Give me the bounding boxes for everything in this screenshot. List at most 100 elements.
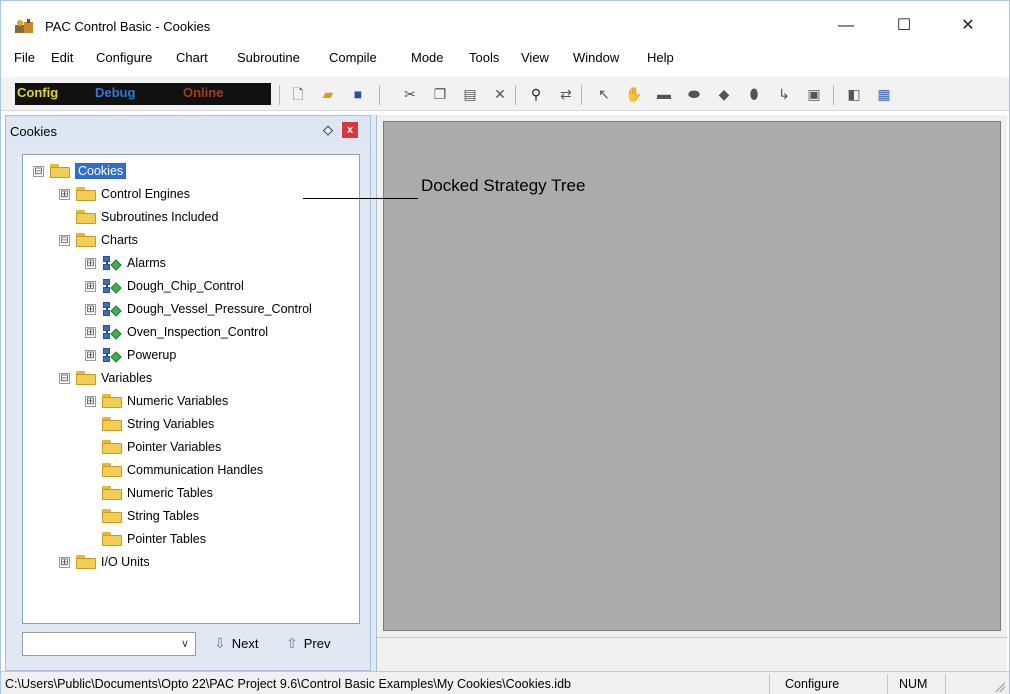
tree-item-label: String Variables: [127, 417, 215, 431]
menu-mode[interactable]: Mode: [411, 50, 444, 65]
search-dropdown[interactable]: ∨: [22, 632, 196, 656]
tree-item[interactable]: ⊟ Charts: [59, 230, 138, 250]
io-unit-icon[interactable]: ▦: [875, 85, 893, 103]
expand-icon[interactable]: ⊞: [85, 326, 96, 338]
find-icon[interactable]: ⚲: [527, 85, 545, 103]
script-block-icon[interactable]: ⬬: [685, 85, 703, 103]
folder-icon: [102, 463, 122, 477]
select-pointer-icon[interactable]: ↖: [595, 85, 613, 103]
folder-icon: [102, 394, 122, 408]
menu-view[interactable]: View: [521, 50, 549, 65]
status-num-lock: NUM: [899, 677, 928, 691]
delete-icon[interactable]: ✕: [491, 85, 509, 103]
collapse-icon[interactable]: ⊟: [59, 372, 70, 384]
expand-icon[interactable]: ⊞: [59, 556, 70, 568]
tree-item[interactable]: ⊟ Cookies: [33, 161, 127, 181]
menu-bar: File Edit Configure Chart Subroutine Com…: [1, 47, 1009, 71]
replace-icon[interactable]: ⇄: [557, 85, 575, 103]
window-title: PAC Control Basic - Cookies: [45, 19, 211, 34]
resize-grip[interactable]: [995, 682, 1005, 692]
menu-subroutine[interactable]: Subroutine: [237, 50, 300, 65]
tree-item[interactable]: ⊞ Oven_Inspection_Control: [85, 322, 268, 342]
tree-item[interactable]: String Tables: [85, 506, 199, 526]
status-mode: Configure: [785, 677, 840, 691]
connection-icon[interactable]: ↳: [775, 85, 793, 103]
status-bar: C:\Users\Public\Documents\Opto 22\PAC Pr…: [1, 671, 1009, 694]
expand-icon[interactable]: ⊞: [59, 188, 70, 200]
tree-item[interactable]: ⊞ I/O Units: [59, 552, 150, 572]
config-mode-button[interactable]: Config: [17, 85, 58, 100]
debug-mode-button[interactable]: Debug: [95, 85, 135, 100]
maximize-button[interactable]: ☐: [881, 11, 927, 41]
image-icon[interactable]: ▣: [805, 85, 823, 103]
tree-item[interactable]: Pointer Variables: [85, 437, 221, 457]
tree-item[interactable]: Communication Handles: [85, 460, 263, 480]
collapse-icon[interactable]: ⊟: [33, 165, 44, 177]
new-file-icon[interactable]: 🗋: [289, 85, 307, 103]
tree-item[interactable]: ⊞ Alarms: [85, 253, 166, 273]
folder-icon: [102, 417, 122, 431]
tree-item-label: String Tables: [127, 509, 200, 523]
chart-icon: [102, 255, 122, 271]
tree-item[interactable]: ⊞ Dough_Vessel_Pressure_Control: [85, 299, 312, 319]
tree-item-label: Pointer Tables: [127, 532, 206, 546]
tree-item[interactable]: ⊞ Dough_Chip_Control: [85, 276, 244, 296]
tree-item[interactable]: ⊞ Control Engines: [59, 184, 190, 204]
chevron-down-icon[interactable]: ∨: [181, 637, 189, 650]
minimize-button[interactable]: —: [823, 11, 869, 41]
menu-chart[interactable]: Chart: [176, 50, 208, 65]
hand-icon[interactable]: ✋: [625, 85, 643, 103]
expand-icon[interactable]: ⊞: [85, 280, 96, 292]
tree-item[interactable]: Pointer Tables: [85, 529, 206, 549]
next-button[interactable]: ⇩ Next: [214, 635, 258, 652]
prev-button[interactable]: ⇧ Prev: [286, 635, 330, 652]
status-divider: [945, 674, 946, 694]
tree-item[interactable]: Subroutines Included: [59, 207, 218, 227]
menu-window[interactable]: Window: [573, 50, 619, 65]
expand-icon[interactable]: ⊞: [85, 303, 96, 315]
action-block-icon[interactable]: ▬: [655, 85, 673, 103]
chart-icon: [102, 278, 122, 294]
expand-icon[interactable]: ⊞: [85, 395, 96, 407]
tree-item[interactable]: ⊟ Variables: [59, 368, 152, 388]
folder-icon: [76, 371, 96, 385]
tree-item[interactable]: Numeric Tables: [85, 483, 213, 503]
status-divider: [769, 674, 770, 694]
tree-item[interactable]: String Variables: [85, 414, 214, 434]
tree-item-label: Control Engines: [101, 187, 190, 201]
tree-item[interactable]: ⊞ Numeric Variables: [85, 391, 228, 411]
menu-tools[interactable]: Tools: [469, 50, 499, 65]
pin-icon[interactable]: ◇: [320, 122, 336, 138]
expand-icon[interactable]: ⊞: [85, 257, 96, 269]
menu-edit[interactable]: Edit: [51, 50, 73, 65]
tree-item-label: Numeric Tables: [127, 486, 213, 500]
menu-file[interactable]: File: [14, 50, 35, 65]
panel-close-button[interactable]: x: [342, 122, 358, 138]
toolbar-separator: [379, 85, 380, 105]
tree-item[interactable]: ⊞ Powerup: [85, 345, 176, 365]
save-icon[interactable]: ■: [349, 85, 367, 103]
title-bar[interactable]: PAC Control Basic - Cookies — ☐ ✕: [1, 1, 1009, 41]
tree-item-label: Powerup: [127, 348, 177, 362]
cut-icon[interactable]: ✂: [401, 85, 419, 103]
menu-compile[interactable]: Compile: [329, 50, 377, 65]
menu-help[interactable]: Help: [647, 50, 674, 65]
online-mode-button[interactable]: Online: [183, 85, 223, 100]
paste-icon[interactable]: ▤: [461, 85, 479, 103]
open-folder-icon[interactable]: ▰: [319, 85, 337, 103]
continue-block-icon[interactable]: ⬮: [745, 85, 763, 103]
expand-icon[interactable]: ⊞: [85, 349, 96, 361]
mdi-client-area[interactable]: [383, 121, 1001, 631]
collapse-icon[interactable]: ⊟: [59, 234, 70, 246]
copy-icon[interactable]: ❐: [431, 85, 449, 103]
condition-block-icon[interactable]: ◆: [715, 85, 733, 103]
tree-item-label: Alarms: [127, 256, 166, 270]
menu-configure[interactable]: Configure: [96, 50, 152, 65]
folder-icon: [102, 532, 122, 546]
compile-icon[interactable]: ◧: [845, 85, 863, 103]
close-window-button[interactable]: ✕: [945, 11, 991, 41]
